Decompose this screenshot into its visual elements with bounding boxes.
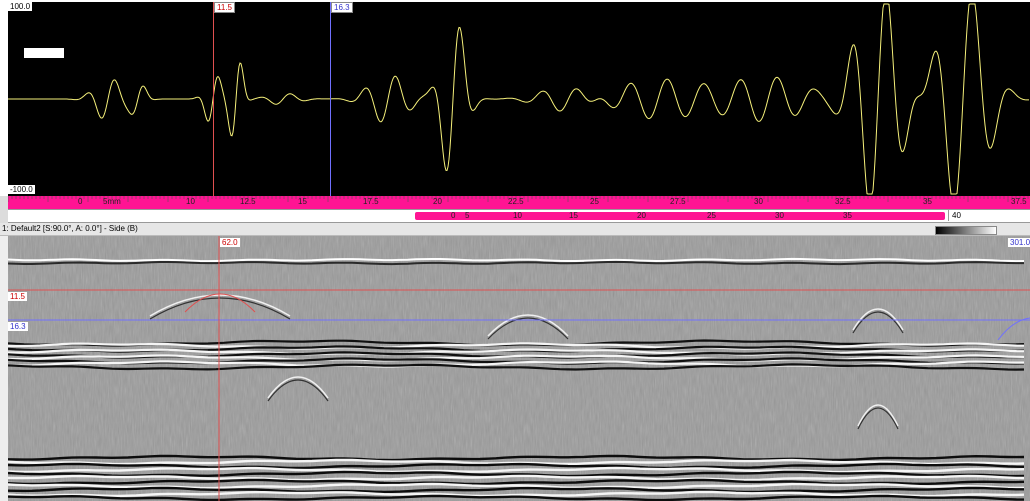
red-line-label: 11.5 <box>8 292 27 301</box>
ruler-tick: 15 <box>298 197 307 206</box>
ascan-plot[interactable] <box>8 2 1030 196</box>
ruler-tick: 12.5 <box>240 197 256 206</box>
y-max-label: 100.0 <box>8 2 33 11</box>
gate-end-value: 40 <box>948 210 1030 221</box>
gate-tick: 5 <box>465 211 470 220</box>
scan-cursor-label: 62.0 <box>220 238 240 247</box>
gate-tick: 15 <box>569 211 578 220</box>
blue-line-label: 16.3 <box>8 322 28 331</box>
y-min-label: -100.0 <box>8 185 35 194</box>
scan-end-label: 301.0 <box>1008 238 1030 247</box>
bscan-title: 1: Default2 [S:90.0°, A: 0.0°] - Side (B… <box>0 223 1030 236</box>
gate-tick: 30 <box>775 211 784 220</box>
ruler-tick: 32.5 <box>835 197 851 206</box>
gate-tick: 0 <box>451 211 456 220</box>
bscan-svg <box>8 236 1030 501</box>
ruler-tick: 20 <box>433 197 442 206</box>
gate-tick: 35 <box>843 211 852 220</box>
ruler-tick: 27.5 <box>670 197 686 206</box>
red-cursor-label: 11.5 <box>214 2 235 13</box>
blue-cursor-label: 16.3 <box>331 2 353 13</box>
gate-tick: 10 <box>513 211 522 220</box>
ruler-tick: 10 <box>186 197 195 206</box>
bscan-left-margin <box>0 236 8 501</box>
ruler-tick: 22.5 <box>508 197 524 206</box>
gate-tick: 25 <box>707 211 716 220</box>
waveform-trace <box>8 3 1029 195</box>
ruler-tick: 0 <box>78 197 83 206</box>
waveform-svg <box>8 3 1029 195</box>
blue-cursor-line[interactable] <box>330 2 331 196</box>
ruler-tick: 17.5 <box>363 197 379 206</box>
marker-block <box>24 48 64 58</box>
gate-tick: 20 <box>637 211 646 220</box>
depth-ruler[interactable]: 0 5mm 10 12.5 15 17.5 20 22.5 25 27.5 30… <box>8 196 1030 209</box>
gate-bar[interactable]: 0 5 10 15 20 25 30 35 40 <box>8 209 1030 223</box>
ruler-tick: 37.5 <box>1011 197 1027 206</box>
ruler-tick: 30 <box>754 197 763 206</box>
ruler-tick: 5mm <box>103 197 121 206</box>
grayscale-colorbar <box>935 226 997 235</box>
gate-range[interactable]: 0 5 10 15 20 25 30 35 <box>415 211 945 220</box>
bscan-image[interactable] <box>8 236 1030 501</box>
ruler-tick: 35 <box>923 197 932 206</box>
ruler-tick: 25 <box>590 197 599 206</box>
ascan-panel: 100.0 -100.0 11.5 16.3 <box>0 0 1030 196</box>
red-cursor-line[interactable] <box>213 2 214 196</box>
